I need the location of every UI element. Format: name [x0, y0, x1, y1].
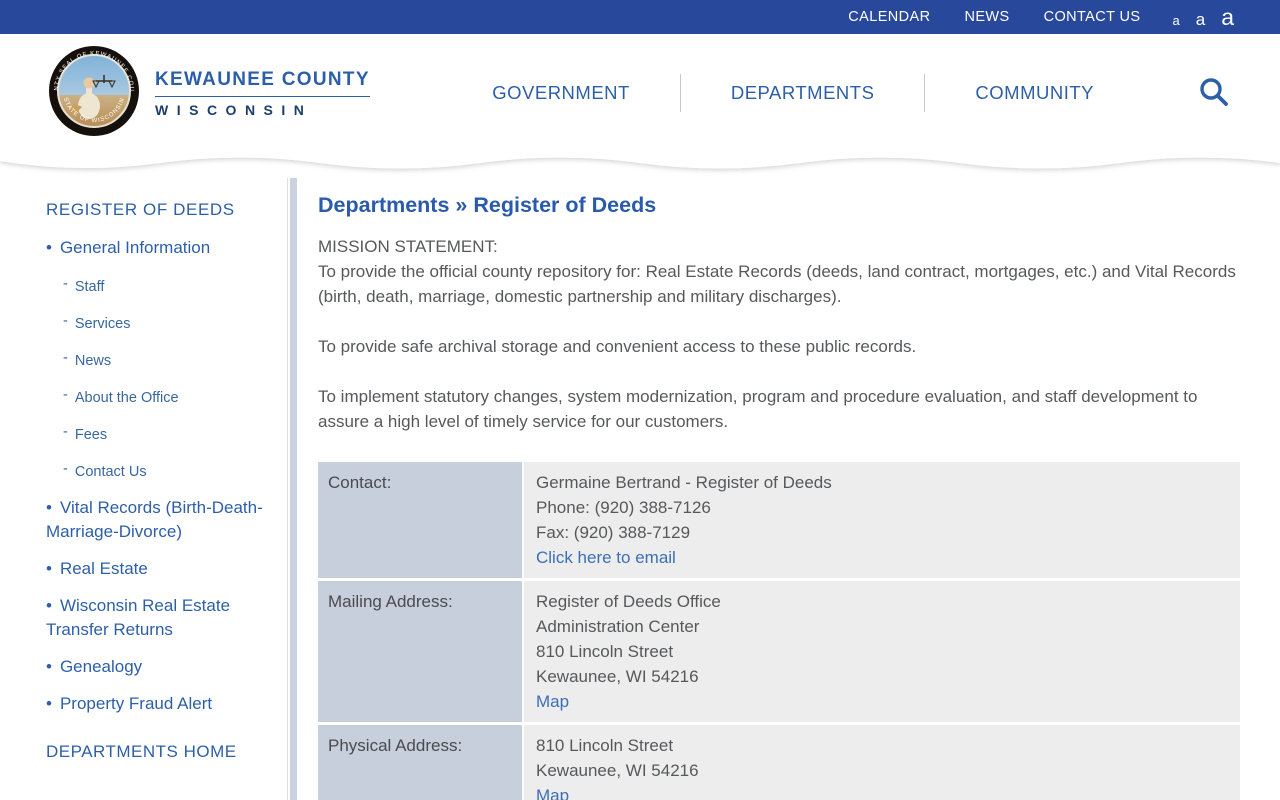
bullet-icon: • — [46, 694, 52, 713]
sidebar-item-label: Real Estate — [59, 559, 148, 578]
font-size-large-button[interactable]: a — [1221, 5, 1234, 29]
sidebar-item-label: Services — [74, 316, 131, 332]
sidebar-item-label: Vital Records (Birth-Death-Marriage-Divo… — [46, 498, 263, 541]
search-button[interactable] — [1198, 76, 1230, 111]
table-row: Mailing Address: Register of Deeds Offic… — [318, 581, 1240, 722]
sidebar-item-staff[interactable]: - Staff — [63, 274, 275, 297]
nav-community[interactable]: COMMUNITY — [925, 82, 1144, 104]
top-utility-bar: CALENDAR NEWS CONTACT US a a a — [0, 0, 1280, 34]
contact-name: Germaine Bertrand - Register of Deeds — [536, 473, 832, 492]
physical-address-line: 810 Lincoln Street — [536, 736, 674, 755]
county-seal-logo: COUNTY SEAL OF KEWAUNEE COUNTY STATE OF … — [45, 41, 140, 142]
row-value: Germaine Bertrand - Register of Deeds Ph… — [524, 462, 1240, 578]
sidebar-item-services[interactable]: - Services — [63, 311, 275, 334]
breadcrumb: Departments » Register of Deeds — [318, 193, 1240, 218]
sidebar-departments-home-link[interactable]: DEPARTMENTS HOME — [46, 742, 275, 762]
bullet-icon: • — [46, 657, 52, 676]
mission-statement-heading: MISSION STATEMENT: — [318, 237, 498, 256]
sidebar-accent-bar — [290, 178, 297, 800]
font-size-medium-button[interactable]: a — [1196, 11, 1205, 28]
state-name: WISCONSIN — [155, 101, 313, 118]
row-label: Physical Address: — [318, 725, 522, 800]
sidebar-item-label: Genealogy — [59, 657, 143, 676]
bullet-icon: • — [46, 596, 52, 615]
map-link[interactable]: Map — [536, 692, 569, 711]
dash-icon: - — [63, 313, 68, 329]
sidebar-menu: • General Information - Staff - Services -N… — [46, 236, 275, 716]
map-link[interactable]: Map — [536, 786, 569, 800]
sidebar-item-label: Wisconsin Real Estate Transfer Returns — [46, 596, 231, 639]
topbar-link-news[interactable]: NEWS — [964, 9, 1009, 25]
wave-divider — [0, 152, 1280, 178]
mission-paragraph-1: To provide the official county repositor… — [318, 262, 1236, 306]
font-size-controls: a a a — [1173, 5, 1235, 29]
sidebar-item-fees[interactable]: - Fees — [63, 422, 275, 445]
bullet-icon: • — [46, 559, 52, 578]
physical-address-line: Kewaunee, WI 54216 — [536, 761, 699, 780]
mailing-address-line: Administration Center — [536, 617, 700, 636]
row-value: Register of Deeds Office Administration … — [524, 581, 1240, 722]
dash-icon: - — [63, 461, 68, 477]
table-row: Contact: Germaine Bertrand - Register of… — [318, 462, 1240, 578]
sidebar-item-label: Staff — [74, 279, 105, 295]
sidebar-item-about-the-office[interactable]: - About the Office — [63, 385, 275, 408]
contact-phone: Phone: (920) 388-7126 — [536, 498, 711, 517]
site-header: COUNTY SEAL OF KEWAUNEE COUNTY STATE OF … — [0, 34, 1280, 152]
sidebar-item-label: Contact Us — [74, 464, 147, 480]
mailing-address-line: 810 Lincoln Street — [536, 642, 674, 661]
dash-icon: - — [63, 350, 68, 366]
sidebar-item-vital-records[interactable]: • Vital Records (Birth-Death-Marriage-Div… — [46, 496, 275, 544]
sidebar-item-property-fraud-alert[interactable]: • Property Fraud Alert — [46, 692, 275, 716]
nav-departments[interactable]: DEPARTMENTS — [681, 82, 925, 104]
topbar-links: CALENDAR NEWS CONTACT US — [848, 9, 1140, 25]
dash-icon: - — [63, 424, 68, 440]
sidebar-item-label: About the Office — [74, 390, 179, 406]
sidebar-item-label: General Information — [59, 238, 211, 257]
sidebar-item-news[interactable]: - News — [63, 348, 275, 371]
sidebar-item-genealogy[interactable]: • Genealogy — [46, 655, 275, 679]
row-value: 810 Lincoln Street Kewaunee, WI 54216 Ma… — [524, 725, 1240, 800]
breadcrumb-separator: » — [455, 193, 468, 217]
font-size-small-button[interactable]: a — [1173, 14, 1180, 27]
sidebar-item-contact-us[interactable]: - Contact Us — [63, 459, 275, 482]
contact-info-table: Contact: Germaine Bertrand - Register of… — [318, 462, 1240, 800]
sidebar-title-register-of-deeds[interactable]: REGISTER OF DEEDS — [46, 200, 275, 220]
contact-fax: Fax: (920) 388-7129 — [536, 523, 691, 542]
page-title: Register of Deeds — [473, 193, 657, 217]
sidebar-item-general-information[interactable]: • General Information — [46, 236, 275, 260]
dash-icon: - — [63, 276, 68, 292]
bullet-icon: • — [46, 498, 52, 517]
row-label: Mailing Address: — [318, 581, 522, 722]
site-logo-home-link[interactable]: COUNTY SEAL OF KEWAUNEE COUNTY STATE OF … — [45, 41, 370, 142]
mission-paragraph-2: To provide safe archival storage and con… — [318, 337, 917, 356]
mission-paragraph-3: To implement statutory changes, system m… — [318, 387, 1198, 431]
mailing-address-line: Register of Deeds Office — [536, 592, 721, 611]
email-link[interactable]: Click here to email — [536, 548, 676, 567]
topbar-link-calendar[interactable]: CALENDAR — [848, 9, 930, 25]
mailing-address-line: Kewaunee, WI 54216 — [536, 667, 699, 686]
row-label: Contact: — [318, 462, 522, 578]
topbar-link-contact-us[interactable]: CONTACT US — [1044, 9, 1141, 25]
content-layout: REGISTER OF DEEDS • General Information -… — [0, 178, 1280, 800]
bullet-icon: • — [46, 238, 52, 257]
sidebar-item-label: News — [74, 353, 112, 369]
sidebar-item-transfer-returns[interactable]: • Wisconsin Real Estate Transfer Returns — [46, 594, 275, 642]
search-icon — [1198, 77, 1230, 111]
sidebar-item-real-estate[interactable]: • Real Estate — [46, 557, 275, 581]
site-title: KEWAUNEE COUNTY WISCONSIN — [155, 69, 370, 118]
main-content: Departments » Register of Deeds MISSION … — [297, 178, 1280, 800]
nav-government[interactable]: GOVERNMENT — [442, 82, 680, 104]
sidebar: REGISTER OF DEEDS • General Information -… — [0, 178, 288, 800]
breadcrumb-departments-link[interactable]: Departments — [318, 193, 449, 217]
dash-icon: - — [63, 387, 68, 403]
sidebar-item-label: Property Fraud Alert — [59, 694, 213, 713]
sidebar-item-label: Fees — [74, 427, 108, 443]
county-name: KEWAUNEE COUNTY — [155, 69, 370, 97]
table-row: Physical Address: 810 Lincoln Street Kew… — [318, 725, 1240, 800]
main-navigation: GOVERNMENT DEPARTMENTS COMMUNITY — [442, 74, 1144, 112]
